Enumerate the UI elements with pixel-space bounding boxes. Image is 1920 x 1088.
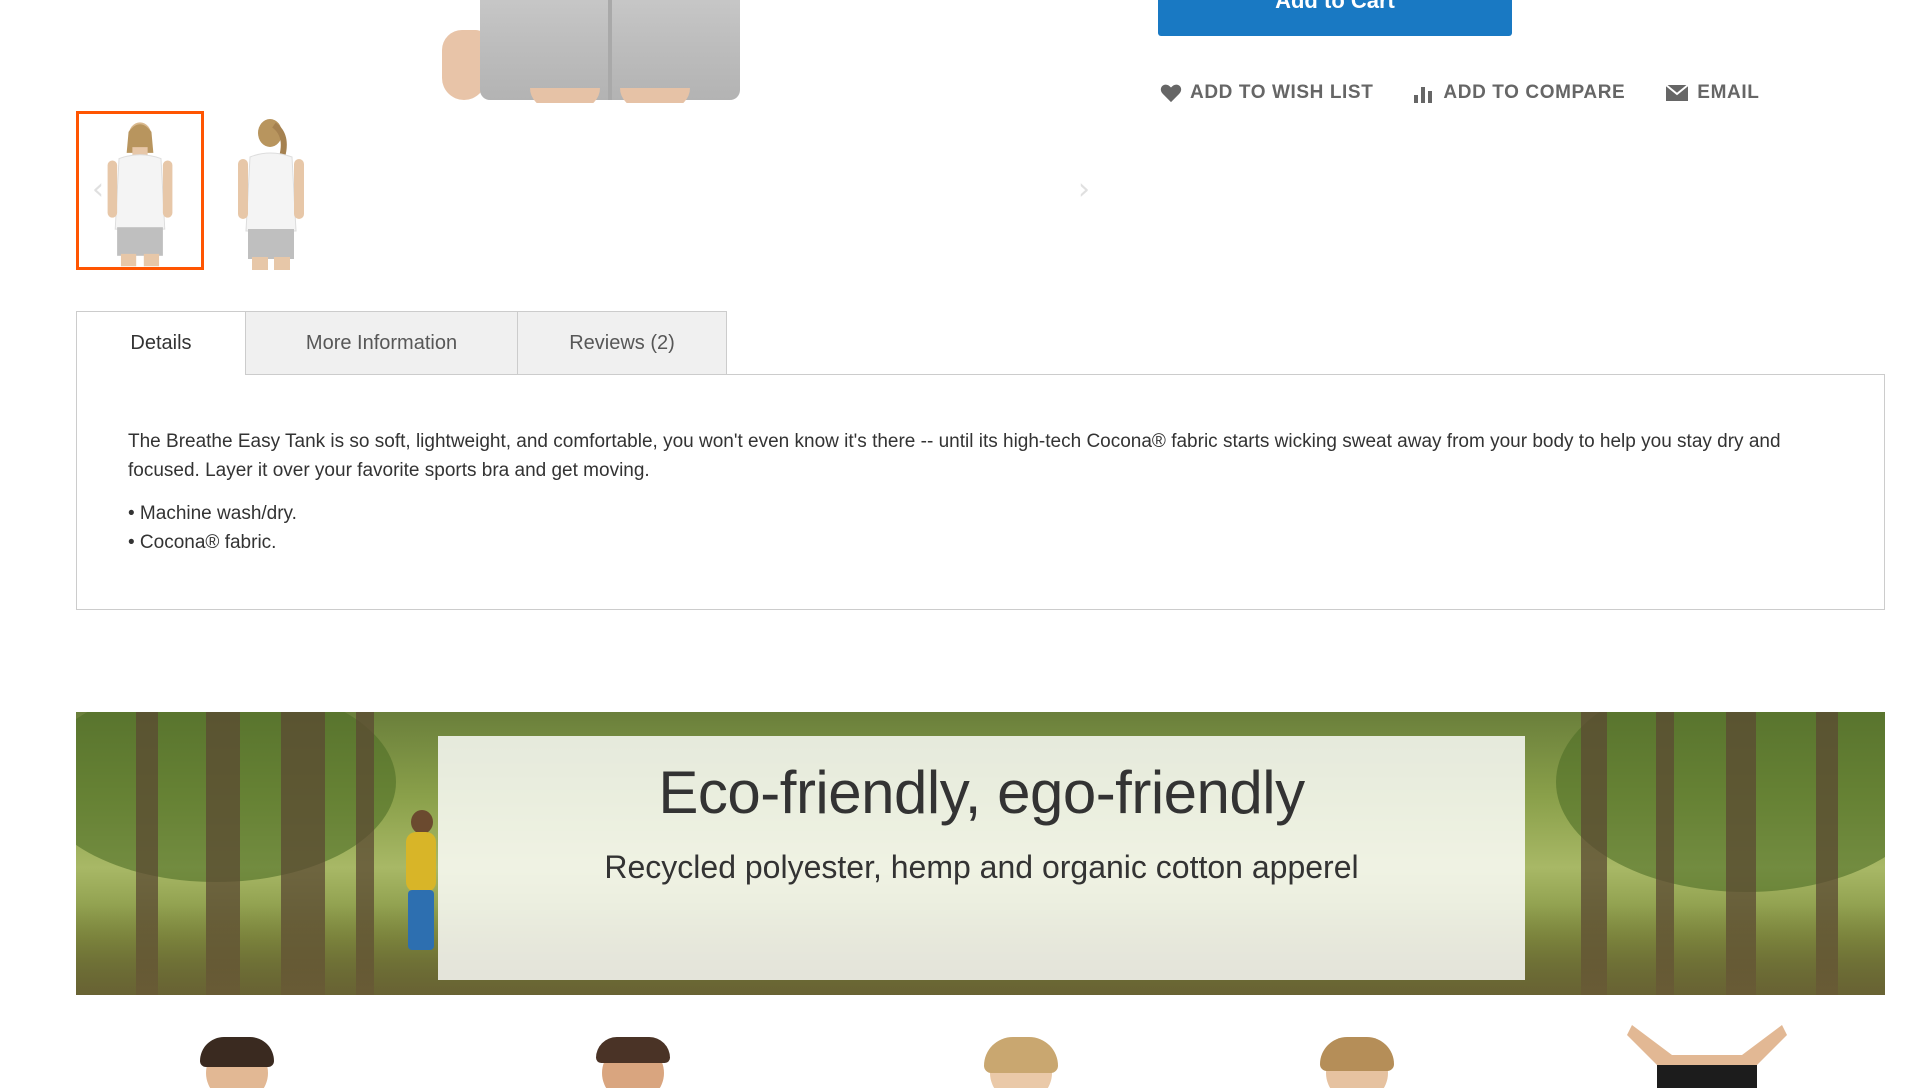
tab-more-information[interactable]: More Information xyxy=(246,311,518,374)
product-actions: ADD TO WISH LIST ADD TO COMPARE EMAIL xyxy=(1160,82,1759,104)
product-info-tabs: Details More Information Reviews (2) The… xyxy=(76,311,1885,610)
feature-list: • Machine wash/dry. • Cocona® fabric. xyxy=(128,499,1833,557)
model-hair xyxy=(984,1037,1058,1073)
model-leg-left xyxy=(530,88,600,103)
add-to-wishlist-link[interactable]: ADD TO WISH LIST xyxy=(1160,82,1373,104)
email-label: EMAIL xyxy=(1697,82,1760,103)
product-card-image[interactable] xyxy=(1286,1025,1426,1088)
product-card-image[interactable] xyxy=(950,1025,1090,1088)
add-to-compare-link[interactable]: ADD TO COMPARE xyxy=(1413,82,1625,104)
model-hair xyxy=(1320,1037,1394,1071)
envelope-icon xyxy=(1665,84,1689,101)
tab-details[interactable]: Details xyxy=(76,311,246,375)
model-leg-right xyxy=(620,88,690,103)
add-to-cart-button[interactable]: Add to Cart xyxy=(1158,0,1512,36)
model-hair xyxy=(596,1037,670,1063)
product-card-image[interactable] xyxy=(166,1025,306,1088)
walker-body xyxy=(406,832,436,892)
email-link[interactable]: EMAIL xyxy=(1665,82,1759,104)
feature-item: • Machine wash/dry. xyxy=(128,503,297,524)
model-shorts xyxy=(480,0,740,100)
product-grid-row xyxy=(0,1025,1920,1088)
feature-item: • Cocona® fabric. xyxy=(128,532,277,553)
eco-friendly-banner[interactable]: Eco-friendly, ego-friendly Recycled poly… xyxy=(76,712,1885,995)
model-hair xyxy=(200,1037,274,1067)
walker-legs xyxy=(408,890,434,950)
bar-chart-icon xyxy=(1414,87,1433,103)
banner-title: Eco-friendly, ego-friendly xyxy=(658,759,1305,826)
product-description: The Breathe Easy Tank is so soft, lightw… xyxy=(128,431,1781,481)
tab-reviews[interactable]: Reviews (2) xyxy=(518,311,727,374)
walker-head xyxy=(411,810,433,834)
heart-icon xyxy=(1160,84,1182,103)
gallery-prev-arrow[interactable]: ‹ xyxy=(92,172,104,207)
banner-text-box: Eco-friendly, ego-friendly Recycled poly… xyxy=(438,736,1525,980)
back-view-image xyxy=(210,111,338,270)
gallery-next-arrow[interactable]: › xyxy=(1078,172,1090,207)
product-card-image[interactable] xyxy=(1612,1025,1802,1088)
product-card-image[interactable] xyxy=(562,1025,702,1088)
main-product-image[interactable] xyxy=(420,0,800,103)
gallery-thumbnail-back[interactable] xyxy=(210,111,338,270)
details-panel: The Breathe Easy Tank is so soft, lightw… xyxy=(76,374,1885,610)
wishlist-label: ADD TO WISH LIST xyxy=(1190,82,1374,103)
model-torso-image xyxy=(1627,1025,1787,1088)
tab-bar: Details More Information Reviews (2) xyxy=(76,311,1885,375)
compare-label: ADD TO COMPARE xyxy=(1443,82,1626,103)
banner-subtitle: Recycled polyester, hemp and organic cot… xyxy=(604,849,1359,885)
